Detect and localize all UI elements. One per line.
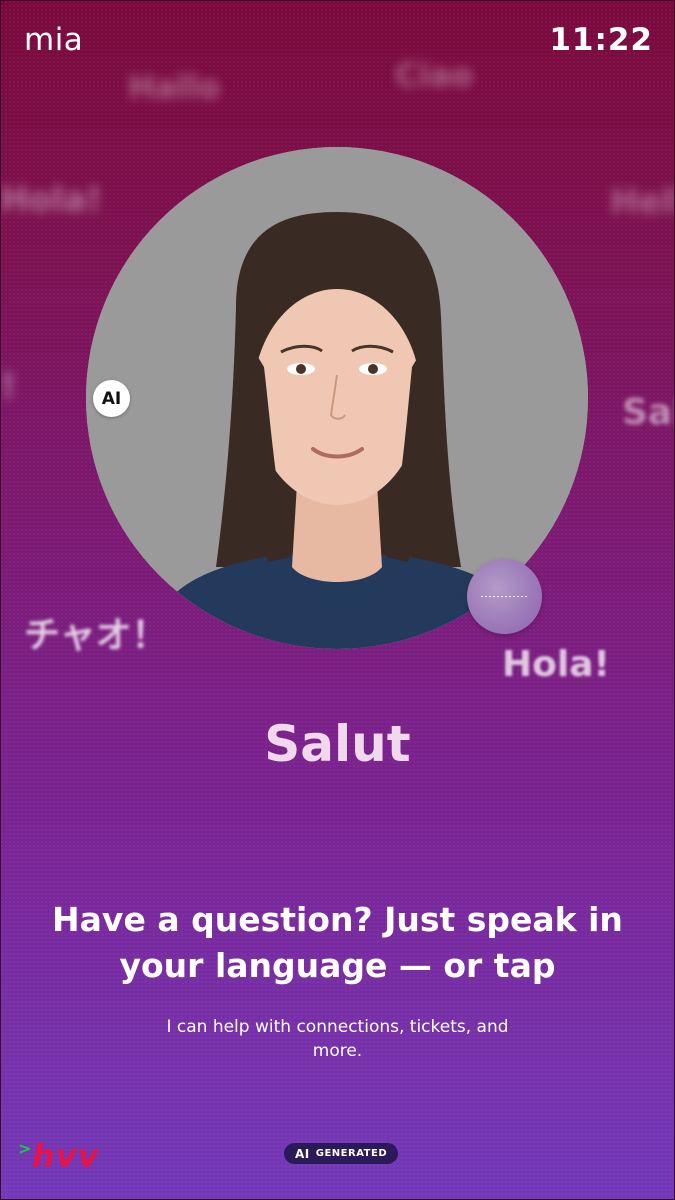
floating-greeting: Sal xyxy=(622,392,675,433)
waveform-icon xyxy=(481,596,527,597)
ai-generated-label: GENERATED xyxy=(315,1148,388,1159)
ai-badge: AI xyxy=(93,380,130,417)
floating-greeting: ! xyxy=(0,366,17,407)
logo-caret: > xyxy=(18,1139,33,1158)
floating-greeting: Ciao xyxy=(395,56,474,94)
floating-greeting: Hallo xyxy=(128,68,221,106)
prompt-headline: Have a question? Just speak in your lang… xyxy=(52,900,623,985)
greeting-text: Salut xyxy=(264,715,411,773)
ai-generated-badge: AI GENERATED xyxy=(284,1143,399,1164)
ai-generated-label-ai: AI xyxy=(295,1146,310,1161)
app-title: mia xyxy=(24,22,84,58)
clock: 11:22 xyxy=(549,22,653,58)
floating-greeting-hola: Hola! xyxy=(502,644,610,685)
voice-input-button[interactable] xyxy=(467,559,542,634)
hvv-logo: > hvv xyxy=(18,1137,100,1175)
floating-greeting: Hello xyxy=(610,182,675,222)
prompt-subtext: I can help with connections, tickets, an… xyxy=(166,1017,509,1061)
